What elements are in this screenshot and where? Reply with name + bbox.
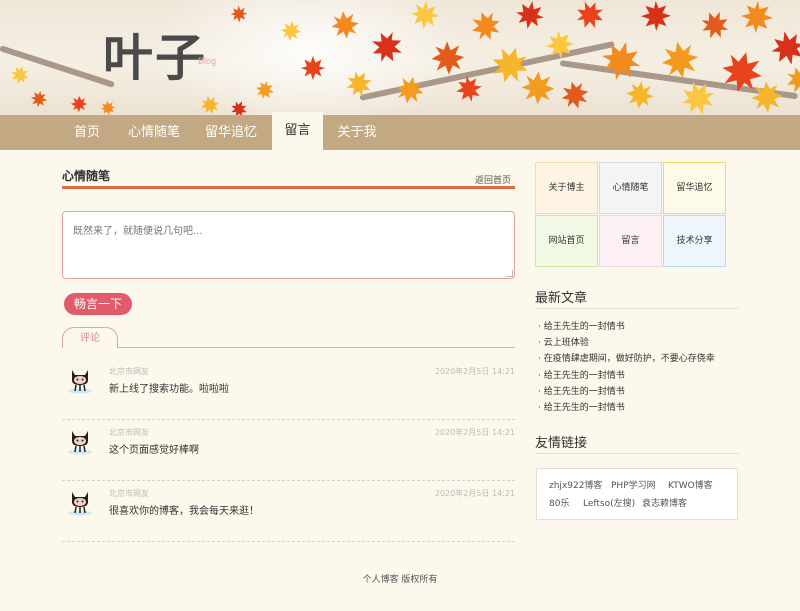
- grid-item-mood[interactable]: 心情随笔: [599, 162, 662, 214]
- comment-user: 北京市网友: [109, 367, 149, 376]
- maple-leaf-icon: [456, 76, 482, 102]
- article-link[interactable]: · 给王先生的一封情书: [538, 319, 625, 332]
- footer-copyright: 个人博客 版权所有: [362, 575, 438, 585]
- comment-time: 2020年2月5日 14:21: [434, 489, 515, 498]
- site-logo[interactable]: 叶子: [103, 18, 207, 90]
- grid-item-about-blogger[interactable]: 关于博主: [535, 162, 598, 214]
- site-logo-sub: Blog: [198, 56, 217, 66]
- comment-user: 北京市网友: [109, 489, 149, 498]
- friend-link[interactable]: zhjx922博客: [549, 478, 602, 491]
- maple-leaf-icon: [300, 55, 326, 81]
- nav-item-about[interactable]: 关于我: [331, 115, 383, 150]
- latest-articles-divider: [535, 308, 739, 309]
- nav-item-mood[interactable]: 心情随笔: [122, 115, 186, 150]
- grid-item-tech[interactable]: 技术分享: [663, 215, 726, 267]
- back-home-link[interactable]: 返回首页: [475, 173, 511, 186]
- nav-item-home[interactable]: 首页: [62, 115, 112, 150]
- friend-links-divider: [535, 453, 739, 454]
- article-link[interactable]: · 给王先生的一封情书: [538, 384, 625, 397]
- article-link[interactable]: · 给王先生的一封情书: [538, 400, 625, 413]
- article-link[interactable]: · 云上班体验: [538, 335, 589, 348]
- comment-text: 很喜欢你的博客，我会每天来逛！: [109, 506, 259, 517]
- maple-leaf-icon: [545, 30, 575, 60]
- maple-leaf-icon: [576, 1, 604, 29]
- comment-time: 2020年2月5日 14:21: [434, 428, 515, 437]
- header-banner: 叶子 Blog: [0, 0, 800, 115]
- friend-link[interactable]: 衰志赖博客: [642, 496, 687, 509]
- github-avatar-icon: [68, 492, 92, 516]
- comment-time: 2020年2月5日 14:21: [434, 367, 515, 376]
- nav-item-guestbook[interactable]: 留言: [272, 112, 323, 150]
- grid-item-guestbook[interactable]: 留言: [599, 215, 662, 267]
- maple-leaf-icon: [741, 1, 773, 33]
- friend-links-heading: 友情链接: [535, 436, 588, 451]
- friend-links-box: zhjx922博客 PHP学习网 KTWO博客 80乐 Leftso(左搜) 衰…: [536, 468, 738, 520]
- textarea-resize-handle[interactable]: [506, 270, 513, 277]
- github-avatar-icon: [68, 431, 92, 455]
- comment-text: 这个页面感觉好棒啊: [109, 445, 199, 456]
- maple-leaf-icon: [230, 5, 248, 23]
- friend-link[interactable]: 80乐: [549, 496, 569, 509]
- comment-item: 北京市网友 2020年2月5日 14:21 新上线了搜索功能。啦啦啦: [62, 360, 515, 420]
- grid-item-memories[interactable]: 留华追忆: [663, 162, 726, 214]
- page-title: 心情随笔: [62, 169, 111, 183]
- friend-link[interactable]: KTWO博客: [668, 478, 713, 491]
- maple-leaf-icon: [516, 1, 544, 29]
- maple-leaf-icon: [30, 90, 48, 108]
- github-avatar-icon: [68, 370, 92, 394]
- message-input[interactable]: [62, 211, 515, 279]
- maple-leaf-icon: [11, 66, 29, 84]
- main-nav: 首页 心情随笔 留华追忆 留言 关于我: [0, 112, 800, 150]
- friend-link[interactable]: Leftso(左搜): [583, 496, 635, 509]
- tab-comments[interactable]: 评论: [62, 327, 118, 348]
- article-link[interactable]: · 在疫情肆虐期间，做好防护，不要心存侥幸: [538, 351, 715, 364]
- grid-item-home[interactable]: 网站首页: [535, 215, 598, 267]
- maple-leaf-icon: [70, 95, 88, 113]
- title-divider: [62, 186, 515, 189]
- article-link[interactable]: · 给王先生的一封情书: [538, 368, 625, 381]
- latest-articles-heading: 最新文章: [535, 291, 588, 306]
- maple-leaf-icon: [472, 12, 500, 40]
- friend-link[interactable]: PHP学习网: [611, 478, 656, 491]
- maple-leaf-icon: [561, 81, 589, 109]
- comment-item: 北京市网友 2020年2月5日 14:21 这个页面感觉好棒啊: [62, 421, 515, 481]
- nav-item-memories[interactable]: 留华追忆: [198, 115, 264, 150]
- comment-item: 北京市网友 2020年2月5日 14:21 很喜欢你的博客，我会每天来逛！: [62, 482, 515, 542]
- maple-leaf-icon: [410, 0, 440, 30]
- submit-message-button[interactable]: 畅言一下: [64, 293, 132, 315]
- maple-leaf-icon: [100, 100, 116, 115]
- comment-user: 北京市网友: [109, 428, 149, 437]
- tab-divider: [62, 347, 515, 348]
- maple-leaf-icon: [701, 11, 729, 39]
- comment-text: 新上线了搜索功能。啦啦啦: [109, 384, 229, 395]
- maple-leaf-icon: [640, 0, 672, 32]
